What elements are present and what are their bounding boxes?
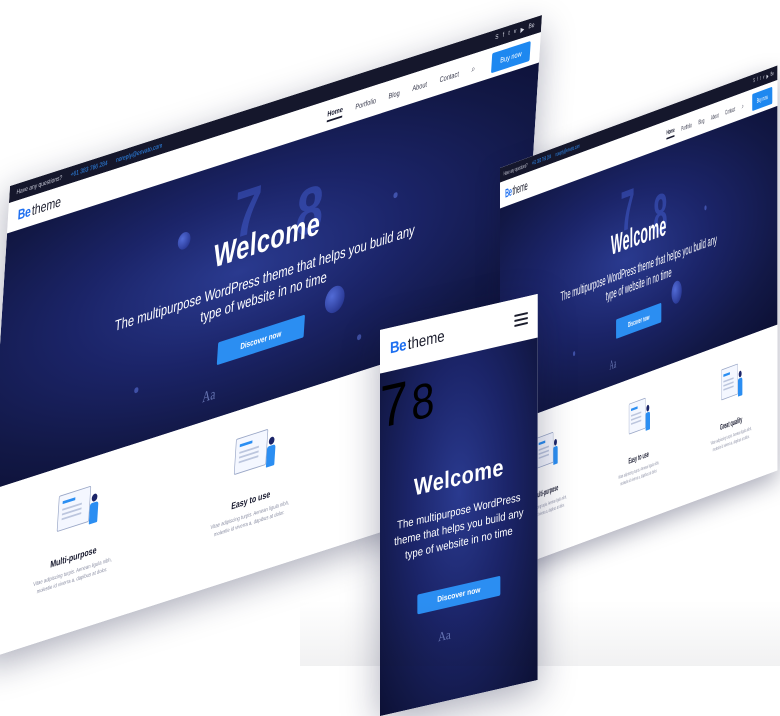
deco-shape: 7 — [380, 368, 408, 441]
desktop-screen-small: Have any questions? +61 383 766 284 nore… — [500, 65, 778, 574]
facebook-icon[interactable]: f — [757, 77, 758, 84]
floor-shadow — [300, 600, 780, 666]
youtube-icon[interactable]: ▶ — [766, 73, 768, 80]
nav-contact[interactable]: Contact — [439, 69, 459, 84]
deco-sphere — [671, 278, 682, 306]
logo[interactable]: Be theme — [505, 178, 528, 200]
nav-home[interactable]: Home — [326, 104, 344, 122]
search-icon[interactable]: ⌕ — [742, 101, 744, 111]
hamburger-menu-icon[interactable] — [514, 312, 528, 327]
multi-purpose-illustration-icon — [50, 478, 103, 551]
logo-theme: theme — [407, 328, 445, 354]
feature-great-quality: Great quality Vitae adipiscing turpis. A… — [698, 351, 764, 521]
logo-be: Be — [389, 336, 407, 358]
skype-icon[interactable]: S — [495, 34, 499, 43]
twitter-icon[interactable]: t — [508, 30, 510, 38]
nav-portfolio[interactable]: Portfolio — [355, 96, 376, 111]
deco-dot — [134, 386, 139, 394]
nav-blog[interactable]: Blog — [388, 88, 400, 100]
logo-be: Be — [505, 184, 512, 201]
logo[interactable]: Be theme — [390, 328, 445, 358]
vimeo-icon[interactable]: v — [763, 74, 764, 81]
easy-to-use-illustration-icon — [626, 392, 652, 450]
typography-glyph: Aa — [201, 386, 216, 407]
nav-portfolio[interactable]: Portfolio — [681, 121, 692, 132]
showcase-scene: Have any questions? +61 383 766 284 nore… — [0, 0, 780, 716]
nav-blog[interactable]: Blog — [698, 116, 704, 125]
nav-home[interactable]: Home — [666, 125, 675, 140]
feature-easy-to-use: Easy to use Vitae adipiscing turpis. Aen… — [606, 385, 672, 555]
great-quality-illustration-icon — [718, 358, 744, 416]
deco-sphere — [324, 282, 346, 316]
deco-shape: 8 — [411, 370, 435, 432]
logo-theme: theme — [31, 193, 62, 219]
behance-icon[interactable]: Be — [528, 22, 534, 32]
feature-multi-purpose: Multi-purpose Vitae adipiscing turpis. A… — [4, 466, 141, 661]
deco-dot — [356, 333, 362, 341]
feature-easy-to-use: Easy to use Vitae adipiscing turpis. Aen… — [181, 409, 318, 620]
nav-about[interactable]: About — [412, 79, 427, 92]
twitter-icon[interactable]: t — [760, 76, 761, 83]
logo-be: Be — [17, 202, 32, 224]
skype-icon[interactable]: S — [753, 78, 755, 85]
logo-theme: theme — [512, 178, 528, 198]
nav-about[interactable]: About — [711, 111, 719, 121]
buy-now-button[interactable]: Buy now — [752, 86, 773, 111]
easy-to-use-illustration-icon — [227, 421, 280, 494]
discover-now-button[interactable]: Discover now — [216, 314, 305, 366]
behance-icon[interactable]: Be — [771, 71, 774, 79]
search-icon[interactable]: ⌕ — [471, 63, 475, 75]
typography-glyph: Aa — [609, 356, 617, 373]
facebook-icon[interactable]: f — [502, 32, 505, 40]
discover-now-button[interactable]: Discover now — [616, 302, 662, 339]
nav-contact[interactable]: Contact — [725, 105, 735, 116]
vimeo-icon[interactable]: v — [514, 28, 517, 36]
youtube-icon[interactable]: ▶ — [520, 25, 524, 34]
deco-dot — [573, 350, 576, 357]
